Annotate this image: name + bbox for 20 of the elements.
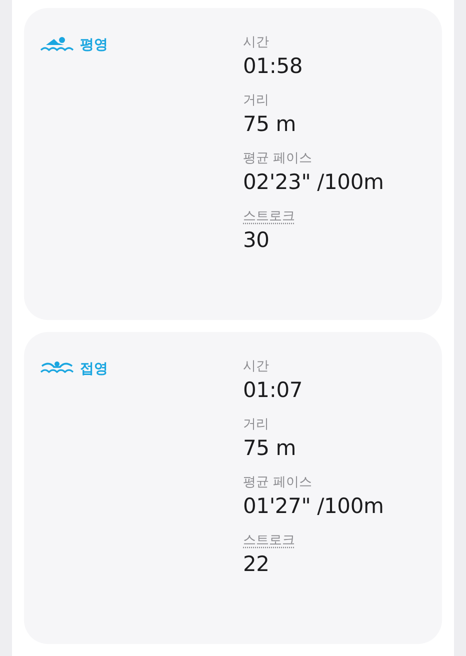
stat-label[interactable]: 스트로크 bbox=[243, 208, 295, 225]
stat-label: 평균 페이스 bbox=[243, 474, 312, 491]
stroke-title: 평영 bbox=[80, 36, 108, 54]
stat-label: 거리 bbox=[243, 92, 269, 109]
stat-value: 01:58 bbox=[243, 53, 303, 79]
stat-value: 22 bbox=[243, 551, 270, 577]
stat-value: 75 m bbox=[243, 111, 296, 137]
stat-value: 01'27" /100m bbox=[243, 493, 384, 519]
stat-value: 01:07 bbox=[243, 377, 303, 403]
stat-value: 75 m bbox=[243, 435, 296, 461]
stat-value: 30 bbox=[243, 227, 270, 253]
stat-label: 시간 bbox=[243, 358, 269, 375]
swimmer-icon bbox=[40, 36, 74, 52]
stat-label: 거리 bbox=[243, 416, 269, 433]
swimmer-icon bbox=[40, 360, 74, 374]
stat-label: 평균 페이스 bbox=[243, 150, 312, 167]
stat-value: 02'23" /100m bbox=[243, 169, 384, 195]
stroke-title: 접영 bbox=[80, 360, 108, 378]
stat-label: 시간 bbox=[243, 34, 269, 51]
stat-label[interactable]: 스트로크 bbox=[243, 532, 295, 549]
